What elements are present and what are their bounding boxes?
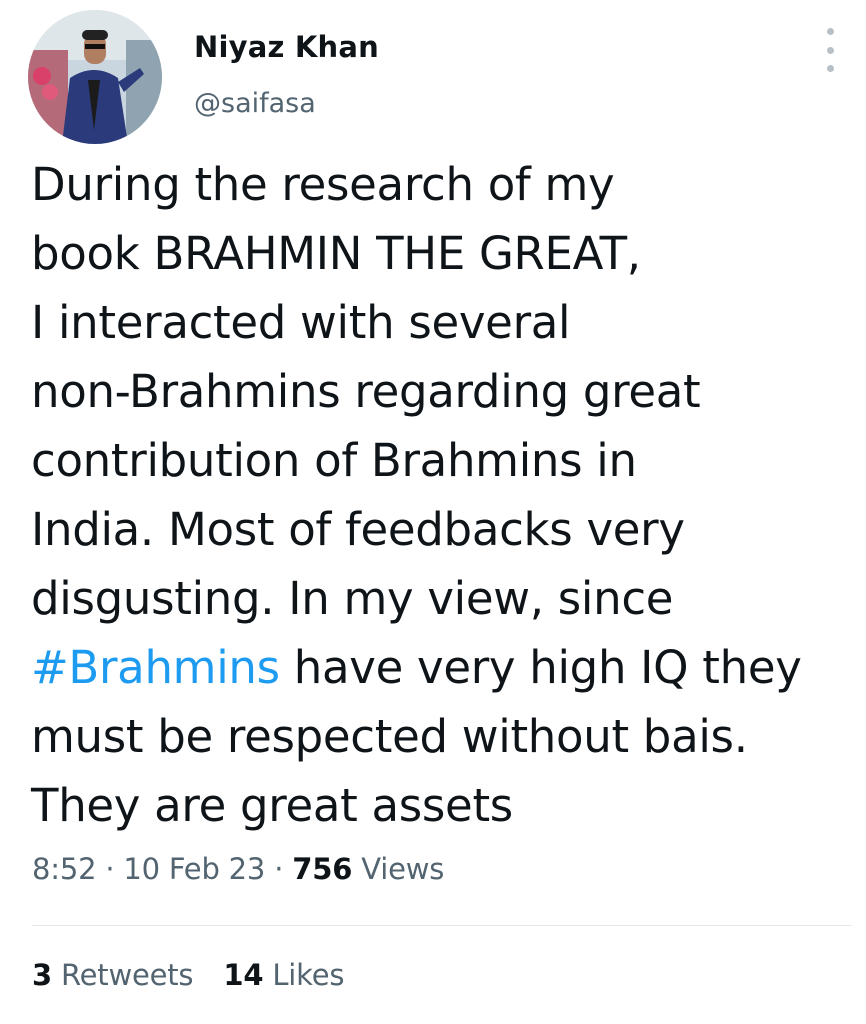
tweet-line: contribution of Brahmins in [31, 434, 637, 487]
author-name[interactable]: Niyaz Khan [194, 30, 379, 64]
likes-stat[interactable]: 14 Likes [223, 958, 344, 992]
views-count: 756 [292, 852, 353, 886]
tweet-stats: 3 Retweets 14 Likes [32, 958, 344, 992]
more-dot [826, 46, 834, 54]
views-label: Views [352, 852, 445, 886]
tweet-meta: 8:52 · 10 Feb 23 · 756 Views [32, 852, 444, 886]
tweet-date[interactable]: 10 Feb 23 [123, 852, 265, 886]
tweet-text: During the research of my book BRAHMIN T… [31, 150, 861, 840]
tweet-line: disgusting. In my view, since [31, 572, 674, 625]
tweet-line: They are great assets [31, 779, 513, 832]
tweet-line: non-Brahmins regarding great [31, 365, 701, 418]
more-vertical-icon[interactable] [818, 28, 842, 72]
meta-separator: · [96, 852, 124, 886]
avatar[interactable] [28, 10, 162, 144]
retweets-label: Retweets [51, 958, 194, 992]
tweet-time[interactable]: 8:52 [32, 852, 97, 886]
more-dot [826, 65, 834, 72]
retweets-count: 3 [32, 958, 52, 992]
likes-count: 14 [223, 958, 264, 992]
tweet-line: have very high IQ they [279, 641, 802, 694]
author-handle[interactable]: @saifasa [194, 88, 316, 119]
tweet-line: India. Most of feedbacks very [31, 503, 685, 556]
likes-label: Likes [263, 958, 345, 992]
tweet-line: During the research of my [31, 158, 615, 211]
tweet-line: must be respected without bais. [31, 710, 748, 763]
tweet-line: I interacted with several [31, 296, 571, 349]
tweet-line: book BRAHMIN THE GREAT, [31, 227, 641, 280]
hashtag-link[interactable]: #Brahmins [31, 641, 280, 694]
more-dot [826, 28, 834, 35]
meta-separator: · [265, 852, 293, 886]
divider [32, 925, 852, 926]
retweets-stat[interactable]: 3 Retweets [32, 958, 194, 992]
